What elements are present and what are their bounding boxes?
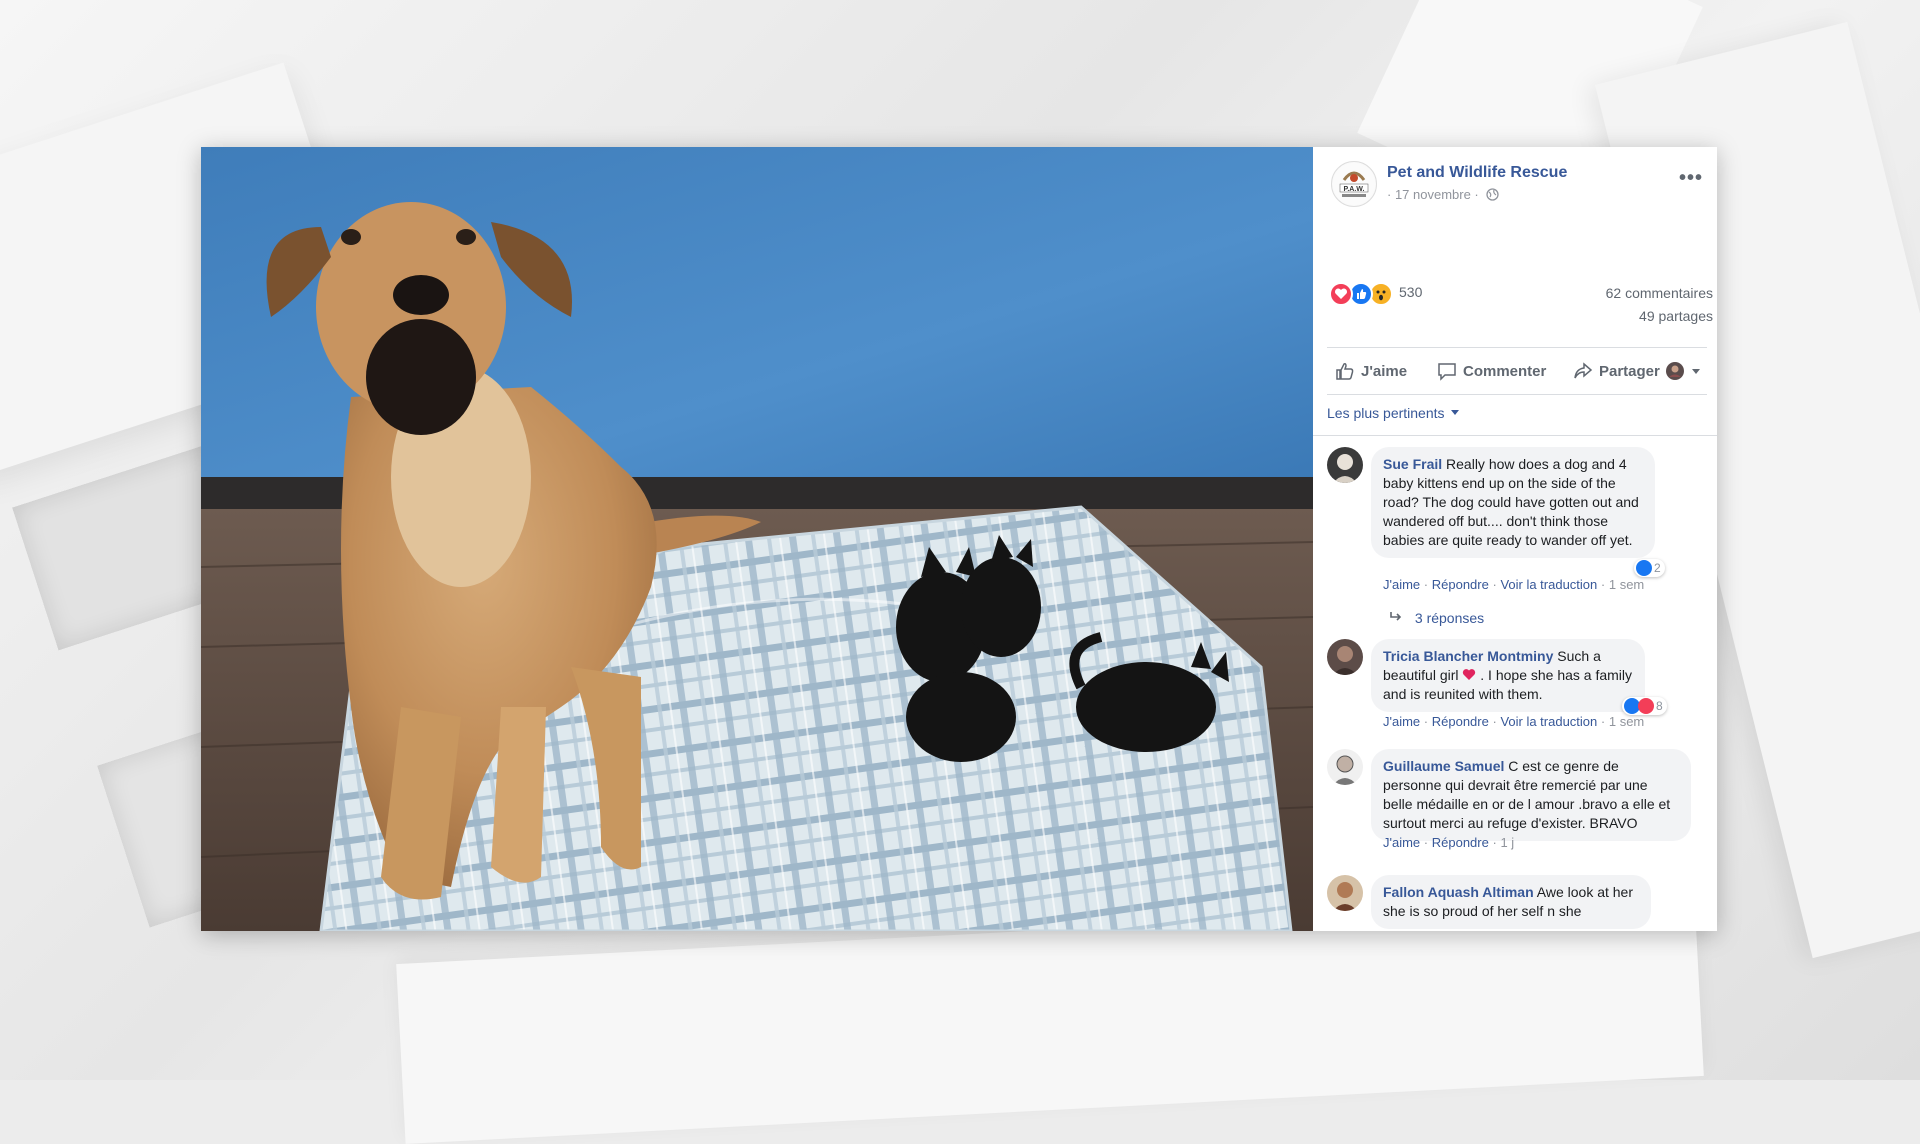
comment-bubble: Tricia Blancher Montminy Such a beautifu… [1371,639,1645,712]
comment-button[interactable]: Commenter [1437,348,1546,394]
comment-reactions[interactable]: 2 [1634,559,1665,577]
comment-like-link[interactable]: J'aime [1383,577,1420,592]
avatar[interactable] [1327,749,1363,785]
comment-reply-link[interactable]: Répondre [1432,835,1489,850]
comment-button-label: Commenter [1463,362,1547,380]
comment-sort-dropdown[interactable]: Les plus pertinents [1327,405,1460,421]
comment-author-link[interactable]: Tricia Blancher Montminy [1383,648,1553,664]
svg-text:P.A.W.: P.A.W. [1344,186,1365,193]
comment-translate-link[interactable]: Voir la traduction [1500,577,1597,592]
divider [1313,435,1717,436]
avatar[interactable] [1327,447,1363,483]
share-icon [1574,362,1593,379]
reactions-count[interactable]: 530 [1399,284,1422,300]
comment-reactions[interactable]: 8 [1622,697,1667,715]
post-side-panel: P.A.W. Pet and Wildlife Rescue · 17 nove… [1313,147,1717,931]
like-button-label: J'aime [1361,362,1408,380]
dog-and-kittens-photo [201,147,1313,931]
comment-actions: J'aime · Répondre · Voir la traduction ·… [1383,714,1645,729]
love-reaction-icon [1329,282,1353,306]
post-date-text: · 17 novembre · [1387,187,1479,202]
comment-time[interactable]: 1 sem [1609,577,1644,592]
comment-reaction-count: 2 [1654,561,1661,575]
comment-bubble: Guillaume Samuel C est ce genre de perso… [1371,749,1691,841]
comment-item: Fallon Aquash Altiman Awe look at her sh… [1327,875,1707,931]
globe-icon [1486,188,1500,201]
comment-item: Sue Frail Really how does a dog and 4 ba… [1327,447,1707,626]
avatar[interactable] [1327,639,1363,675]
post-stats: 530 62 commentaires 49 partages [1329,282,1713,332]
caret-down-icon [1451,410,1460,415]
comment-reply-link[interactable]: Répondre [1432,577,1489,592]
comment-item: Tricia Blancher Montminy Such a beautifu… [1327,639,1707,739]
comment-reply-link[interactable]: Répondre [1432,714,1489,729]
avatar[interactable] [1327,875,1363,911]
chevron-down-icon [1692,369,1700,374]
reply-arrow-icon [1390,612,1402,621]
post-date[interactable]: · 17 novembre · [1387,187,1500,202]
comments-count-link[interactable]: 62 commentaires [1606,285,1713,301]
page-name-link[interactable]: Pet and Wildlife Rescue [1387,164,1567,182]
comment-sort-label: Les plus pertinents [1327,405,1445,421]
post-action-bar: J'aime Commenter Partager [1327,347,1707,395]
comment-actions: J'aime · Répondre · 1 j [1383,835,1515,850]
comment-author-link[interactable]: Guillaume Samuel [1383,758,1504,774]
replies-count: 3 réponses [1414,610,1485,626]
comment-like-link[interactable]: J'aime [1383,714,1420,729]
post-header: P.A.W. Pet and Wildlife Rescue · 17 nove… [1331,161,1703,221]
paw-logo-icon: P.A.W. [1333,163,1375,205]
user-avatar-icon [1666,362,1684,380]
share-button[interactable]: Partager [1573,348,1660,394]
like-button[interactable]: J'aime [1335,348,1407,394]
comment-author-link[interactable]: Fallon Aquash Altiman [1383,884,1534,900]
page-avatar[interactable]: P.A.W. [1331,161,1377,207]
comment-author-link[interactable]: Sue Frail [1383,456,1442,472]
comment-reaction-count: 8 [1656,699,1663,713]
comment-icon [1438,363,1456,381]
comment-bubble: Sue Frail Really how does a dog and 4 ba… [1371,447,1655,558]
red-heart-icon [1463,669,1476,680]
like-reaction-icon [1636,560,1652,576]
shares-count-link[interactable]: 49 partages [1639,308,1713,324]
more-options-button[interactable]: ••• [1679,167,1703,190]
comment-time[interactable]: 1 sem [1609,714,1644,729]
comment-item: Guillaume Samuel C est ce genre de perso… [1327,749,1707,859]
share-button-label: Partager [1599,362,1660,380]
comment-time[interactable]: 1 j [1500,835,1514,850]
love-reaction-icon [1638,698,1654,714]
comment-actions: J'aime · Répondre · Voir la traduction ·… [1383,577,1645,592]
audience-selector[interactable] [1665,348,1701,394]
comment-bubble: Fallon Aquash Altiman Awe look at her sh… [1371,875,1651,929]
thumbs-up-icon [1336,363,1354,380]
comment-like-link[interactable]: J'aime [1383,835,1420,850]
comment-translate-link[interactable]: Voir la traduction [1500,714,1597,729]
facebook-post: P.A.W. Pet and Wildlife Rescue · 17 nove… [201,147,1717,931]
post-photo[interactable] [201,147,1313,931]
view-replies-link[interactable]: 3 réponses [1389,610,1484,626]
